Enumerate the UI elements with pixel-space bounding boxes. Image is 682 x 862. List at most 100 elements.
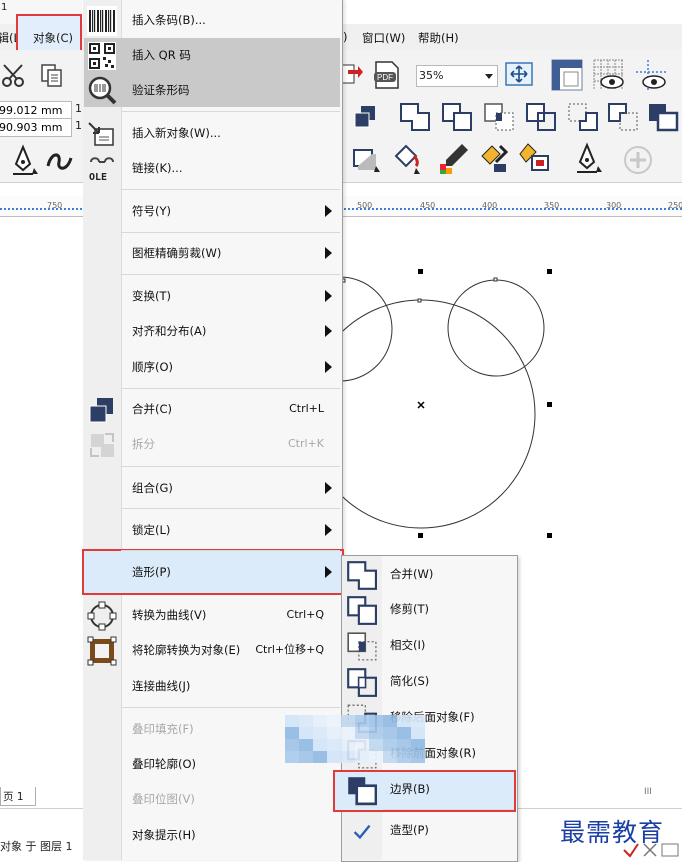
checkmark-icon-holder bbox=[345, 815, 377, 847]
ole-link-icon-holder: OLE bbox=[87, 154, 117, 184]
page-tab[interactable]: 页 1 bbox=[0, 787, 36, 806]
menu-separator bbox=[121, 550, 340, 551]
menu-item-shortcut: Ctrl+Q bbox=[286, 608, 324, 621]
weld-icon bbox=[347, 561, 377, 590]
menu-item-symbols[interactable]: 符号(Y) bbox=[84, 194, 340, 228]
menu-item-label: 叠印填充(F) bbox=[132, 722, 194, 736]
menu-item-transform[interactable]: 变换(T) bbox=[84, 279, 340, 313]
menu-item-label: 插入条码(B)... bbox=[132, 13, 206, 27]
menu-item-label: 合并(C) bbox=[132, 402, 173, 416]
convert-curves-icon bbox=[87, 601, 117, 631]
menu-separator bbox=[121, 388, 340, 389]
boundary-icon-holder bbox=[345, 774, 378, 806]
menu-separator bbox=[121, 189, 340, 190]
blurred-region bbox=[285, 715, 425, 763]
submenu-arrow-icon bbox=[325, 566, 332, 578]
convert-curves-icon-holder bbox=[87, 601, 117, 631]
combine-icon bbox=[89, 398, 113, 423]
menu-item-shortcut: Ctrl+位移+Q bbox=[255, 643, 324, 656]
qr-code-icon-holder bbox=[87, 41, 117, 71]
menu-separator bbox=[121, 508, 340, 509]
menu-item-label: 链接(K)... bbox=[132, 161, 183, 175]
menu-item-label: 转换为曲线(V) bbox=[132, 608, 207, 622]
menu-separator bbox=[121, 232, 340, 233]
barcode-icon-holder bbox=[87, 6, 117, 36]
submenu-item-label: 边界(B) bbox=[390, 782, 430, 796]
svg-text:OLE: OLE bbox=[89, 172, 107, 183]
simplify-icon-holder bbox=[345, 666, 377, 698]
status-text: 对象 于 图层 1 bbox=[0, 840, 73, 853]
menu-item-insert-qr[interactable]: 插入 QR 码 bbox=[84, 38, 340, 73]
submenu-item-trim[interactable]: 修剪(T) bbox=[342, 592, 515, 626]
menu-item-links[interactable]: OLE 链接(K)... bbox=[84, 151, 340, 185]
submenu-arrow-icon bbox=[325, 247, 332, 259]
submenu-arrow-icon bbox=[325, 325, 332, 337]
menu-item-overprint-bitmap: 叠印位图(V) bbox=[84, 782, 340, 816]
outline-to-object-icon bbox=[87, 636, 117, 666]
node-marker bbox=[417, 298, 422, 303]
submenu-item-label: 相交(I) bbox=[390, 638, 426, 652]
submenu-item-intersect[interactable]: 相交(I) bbox=[342, 628, 515, 662]
submenu-item-label: 合并(W) bbox=[390, 567, 434, 581]
menu-separator bbox=[121, 111, 340, 112]
selection-handle[interactable] bbox=[547, 269, 552, 274]
menu-item-label: 变换(T) bbox=[132, 289, 171, 303]
menu-item-combine[interactable]: 合并(C) Ctrl+L bbox=[84, 392, 340, 426]
menu-item-object-hints[interactable]: 对象提示(H) bbox=[84, 818, 340, 852]
menu-item-powerclip[interactable]: 图框精确剪裁(W) bbox=[84, 236, 340, 270]
menu-item-order[interactable]: 顺序(O) bbox=[84, 350, 340, 384]
page-tab-label: 页 1 bbox=[3, 791, 24, 803]
selection-handle[interactable] bbox=[418, 533, 423, 538]
submenu-arrow-icon bbox=[325, 361, 332, 373]
menu-item-verify-barcode[interactable]: 验证条形码 bbox=[84, 73, 340, 107]
menu-item-outline-to-object[interactable]: 将轮廓转换为对象(E) Ctrl+位移+Q bbox=[84, 633, 340, 667]
submenu-arrow-icon bbox=[325, 524, 332, 536]
menu-item-label: 锁定(L) bbox=[132, 523, 171, 537]
menu-item-label: 插入 QR 码 bbox=[132, 48, 191, 62]
selection-handle[interactable] bbox=[418, 269, 423, 274]
menu-separator bbox=[121, 274, 340, 275]
menu-item-align-distribute[interactable]: 对齐和分布(A) bbox=[84, 314, 340, 348]
menu-item-label: 连接曲线(J) bbox=[132, 679, 191, 693]
menu-item-lock[interactable]: 锁定(L) bbox=[84, 513, 340, 547]
insert-object-icon-holder bbox=[87, 119, 117, 149]
submenu-arrow-icon bbox=[325, 290, 332, 302]
trim-icon bbox=[347, 596, 377, 625]
submenu-item-label: 简化(S) bbox=[390, 674, 430, 688]
magnifier-barcode-icon bbox=[88, 76, 117, 105]
submenu-arrow-icon bbox=[325, 482, 332, 494]
submenu-item-label: 造型(P) bbox=[390, 823, 429, 837]
window-control-icons[interactable] bbox=[620, 838, 682, 860]
menu-item-label: 造形(P) bbox=[132, 565, 171, 579]
menu-separator bbox=[121, 466, 340, 467]
submenu-arrow-icon bbox=[325, 205, 332, 217]
magnifier-barcode-icon-holder bbox=[87, 76, 117, 106]
break-apart-icon-holder bbox=[87, 430, 117, 460]
menu-item-insert-new-object[interactable]: 插入新对象(W)... bbox=[84, 116, 340, 150]
menu-item-label: 将轮廓转换为对象(E) bbox=[132, 643, 241, 657]
menu-item-label: 验证条形码 bbox=[132, 83, 190, 97]
submenu-item-weld[interactable]: 合并(W) bbox=[342, 557, 515, 591]
menu-item-convert-to-curves[interactable]: 转换为曲线(V) Ctrl+Q bbox=[84, 598, 340, 632]
node-marker bbox=[493, 277, 498, 282]
submenu-item-boundary[interactable]: 边界(B) bbox=[342, 772, 515, 806]
menu-item-label: 拆分 bbox=[132, 437, 155, 451]
menu-item-label: 符号(Y) bbox=[132, 204, 171, 218]
center-marker bbox=[417, 401, 425, 409]
menu-item-shaping[interactable]: 造形(P) bbox=[84, 555, 340, 589]
ole-link-icon: OLE bbox=[89, 157, 114, 183]
menu-item-shortcut: Ctrl+L bbox=[289, 402, 324, 415]
submenu-item-simplify[interactable]: 简化(S) bbox=[342, 664, 515, 698]
boundary-icon bbox=[348, 777, 378, 806]
trim-icon-holder bbox=[345, 594, 377, 626]
selection-handle[interactable] bbox=[547, 533, 552, 538]
intersect-icon bbox=[347, 632, 377, 661]
menu-item-join-curves[interactable]: 连接曲线(J) bbox=[84, 669, 340, 703]
menu-item-insert-barcode[interactable]: 插入条码(B)... bbox=[84, 3, 340, 37]
submenu-item-shaping-docker[interactable]: 造型(P) bbox=[342, 813, 515, 847]
selection-handle[interactable] bbox=[547, 402, 552, 407]
qr-code-icon bbox=[88, 42, 116, 70]
scrollbar-grip[interactable]: III bbox=[644, 787, 652, 797]
menu-item-group[interactable]: 组合(G) bbox=[84, 471, 340, 505]
menu-item-label: 对齐和分布(A) bbox=[132, 324, 207, 338]
